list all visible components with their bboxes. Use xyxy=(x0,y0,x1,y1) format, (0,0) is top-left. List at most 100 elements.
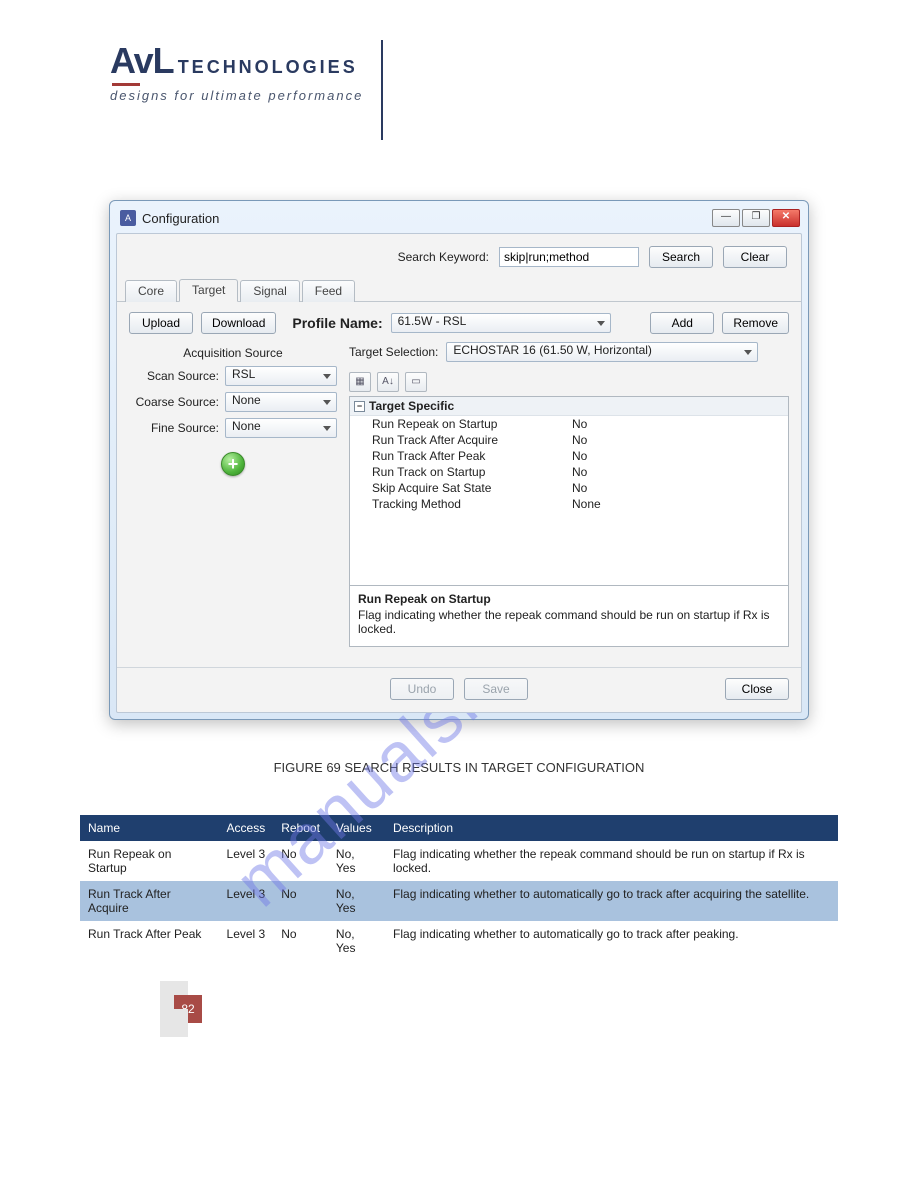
logo-block: AvL TECHNOLOGIES designs for ultimate pe… xyxy=(110,40,363,103)
property-key: Run Track on Startup xyxy=(372,465,572,479)
property-row[interactable]: Tracking Method None xyxy=(350,496,788,512)
property-key: Tracking Method xyxy=(372,497,572,511)
dialog-footer: Undo Save Close xyxy=(117,667,801,712)
categorize-icon[interactable]: ▦ xyxy=(349,372,371,392)
search-label: Search Keyword: xyxy=(398,250,489,264)
acquisition-source-panel: Acquisition Source Scan Source: RSL Coar… xyxy=(129,342,337,647)
property-grid: − Target Specific Run Repeak on Startup … xyxy=(349,396,789,586)
property-row[interactable]: Run Repeak on Startup No xyxy=(350,416,788,432)
logo-main: AvL xyxy=(110,40,174,82)
cell-desc: Flag indicating whether the repeak comma… xyxy=(385,841,838,881)
tab-core[interactable]: Core xyxy=(125,280,177,302)
property-key: Skip Acquire Sat State xyxy=(372,481,572,495)
cell-desc: Flag indicating whether to automatically… xyxy=(385,881,838,921)
maximize-button[interactable]: ❐ xyxy=(742,209,770,227)
sort-icon[interactable]: A↓ xyxy=(377,372,399,392)
window-controls: — ❐ ✕ xyxy=(712,209,800,227)
cell-desc: Flag indicating whether to automatically… xyxy=(385,921,838,961)
col-access: Access xyxy=(219,815,274,841)
page-number-marker: 82 xyxy=(160,981,220,1041)
search-button[interactable]: Search xyxy=(649,246,713,268)
property-value: No xyxy=(572,417,788,431)
cell-reboot: No xyxy=(273,921,328,961)
parameters-table: Name Access Reboot Values Description Ru… xyxy=(80,815,838,961)
property-row[interactable]: Run Track After Acquire No xyxy=(350,432,788,448)
target-selection-value: ECHOSTAR 16 (61.50 W, Horizontal) xyxy=(453,343,652,357)
app-icon: A xyxy=(120,210,136,226)
header-divider xyxy=(381,40,383,140)
scan-source-value: RSL xyxy=(232,367,255,381)
tab-target[interactable]: Target xyxy=(179,279,238,302)
property-group-name: Target Specific xyxy=(369,399,454,413)
profile-name-dropdown[interactable]: 61.5W - RSL xyxy=(391,313,611,333)
tab-feed[interactable]: Feed xyxy=(302,280,355,302)
profile-name-value: 61.5W - RSL xyxy=(398,314,467,328)
col-name: Name xyxy=(80,815,219,841)
window-title: Configuration xyxy=(142,211,219,226)
table-row: Run Repeak on Startup Level 3 No No, Yes… xyxy=(80,841,838,881)
cell-reboot: No xyxy=(273,881,328,921)
col-reboot: Reboot xyxy=(273,815,328,841)
property-value: No xyxy=(572,433,788,447)
configuration-window: A Configuration — ❐ ✕ Search Keyword: Se… xyxy=(109,200,809,720)
window-client-area: Search Keyword: Search Clear Core Target… xyxy=(116,233,802,713)
property-value: None xyxy=(572,497,788,511)
tab-bar: Core Target Signal Feed xyxy=(117,278,801,302)
property-value: No xyxy=(572,481,788,495)
cell-name: Run Track After Peak xyxy=(80,921,219,961)
undo-button[interactable]: Undo xyxy=(390,678,454,700)
property-group-header[interactable]: − Target Specific xyxy=(350,397,788,416)
fine-source-value: None xyxy=(232,419,261,433)
save-button[interactable]: Save xyxy=(464,678,528,700)
property-row[interactable]: Skip Acquire Sat State No xyxy=(350,480,788,496)
search-input[interactable] xyxy=(499,247,639,267)
cell-access: Level 3 xyxy=(219,921,274,961)
fine-source-dropdown[interactable]: None xyxy=(225,418,337,438)
help-title: Run Repeak on Startup xyxy=(358,592,780,606)
cell-values: No, Yes xyxy=(328,841,385,881)
property-key: Run Track After Peak xyxy=(372,449,572,463)
logo-secondary: TECHNOLOGIES xyxy=(178,57,358,78)
cell-access: Level 3 xyxy=(219,841,274,881)
property-row[interactable]: Run Track After Peak No xyxy=(350,448,788,464)
cell-access: Level 3 xyxy=(219,881,274,921)
titlebar: A Configuration — ❐ ✕ xyxy=(116,207,802,233)
add-button[interactable]: Add xyxy=(650,312,714,334)
cell-name: Run Track After Acquire xyxy=(80,881,219,921)
remove-button[interactable]: Remove xyxy=(722,312,789,334)
close-dialog-button[interactable]: Close xyxy=(725,678,789,700)
search-row: Search Keyword: Search Clear xyxy=(117,234,801,278)
upload-button[interactable]: Upload xyxy=(129,312,193,334)
table-row: Run Track After Acquire Level 3 No No, Y… xyxy=(80,881,838,921)
profile-row: Upload Download Profile Name: 61.5W - RS… xyxy=(129,312,789,334)
property-grid-toolbar: ▦ A↓ ▭ xyxy=(349,372,789,392)
clear-button[interactable]: Clear xyxy=(723,246,787,268)
property-value: No xyxy=(572,465,788,479)
col-values: Values xyxy=(328,815,385,841)
download-button[interactable]: Download xyxy=(201,312,276,334)
tab-signal[interactable]: Signal xyxy=(240,280,299,302)
cell-name: Run Repeak on Startup xyxy=(80,841,219,881)
scan-source-dropdown[interactable]: RSL xyxy=(225,366,337,386)
coarse-source-dropdown[interactable]: None xyxy=(225,392,337,412)
help-text: Flag indicating whether the repeak comma… xyxy=(358,608,780,636)
collapse-icon[interactable]: − xyxy=(354,401,365,412)
minimize-button[interactable]: — xyxy=(712,209,740,227)
property-row[interactable]: Run Track on Startup No xyxy=(350,464,788,480)
add-source-icon[interactable]: + xyxy=(221,452,245,476)
target-details-panel: Target Selection: ECHOSTAR 16 (61.50 W, … xyxy=(349,342,789,647)
page-header: AvL TECHNOLOGIES designs for ultimate pe… xyxy=(0,0,918,150)
property-pages-icon[interactable]: ▭ xyxy=(405,372,427,392)
page-marker-square xyxy=(160,1009,188,1037)
cell-reboot: No xyxy=(273,841,328,881)
target-selection-dropdown[interactable]: ECHOSTAR 16 (61.50 W, Horizontal) xyxy=(446,342,758,362)
col-description: Description xyxy=(385,815,838,841)
close-button[interactable]: ✕ xyxy=(772,209,800,227)
acquisition-source-title: Acquisition Source xyxy=(183,346,282,360)
tab-content-target: Upload Download Profile Name: 61.5W - RS… xyxy=(117,302,801,661)
coarse-source-value: None xyxy=(232,393,261,407)
property-key: Run Repeak on Startup xyxy=(372,417,572,431)
logo-tagline: designs for ultimate performance xyxy=(110,88,363,103)
scan-source-label: Scan Source: xyxy=(129,369,219,383)
target-selection-label: Target Selection: xyxy=(349,345,438,359)
